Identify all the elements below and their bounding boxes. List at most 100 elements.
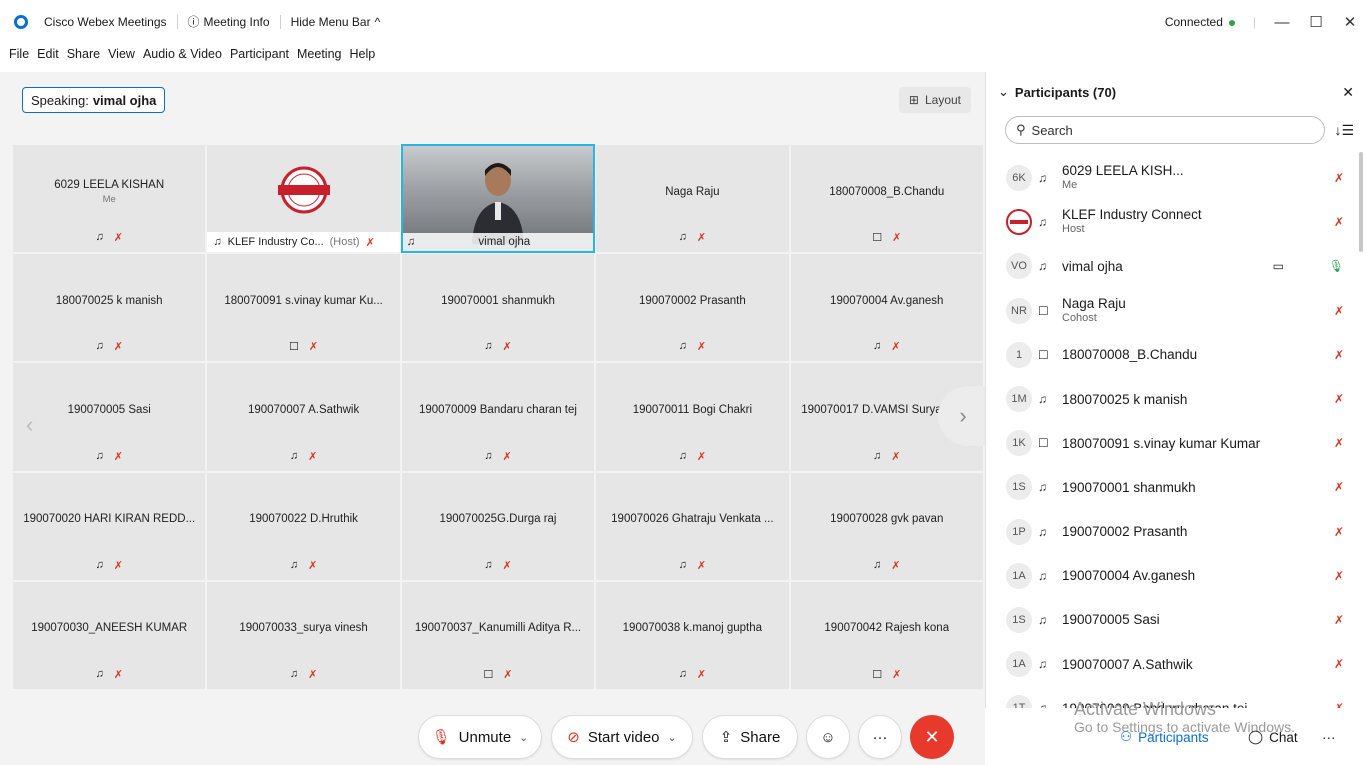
muted-mic-icon: ✗ bbox=[1333, 524, 1344, 539]
participant-name-block: 180070008_B.Chandu bbox=[1062, 347, 1197, 362]
participant-name: 190070026 Ghatraju Venkata ... bbox=[611, 513, 774, 526]
participant-search-input[interactable]: ⚲ Search bbox=[1005, 116, 1325, 144]
participant-name: 190070020 HARI KIRAN REDD... bbox=[23, 513, 196, 526]
participant-list-item[interactable]: 1S ♫ 190070005 Sasi ✗ bbox=[986, 598, 1356, 642]
more-options-button[interactable]: ··· bbox=[858, 715, 902, 759]
start-video-button[interactable]: ⊘ Start video ⌄ bbox=[551, 715, 693, 759]
participant-tile[interactable]: 190070002 Prasanth ♫ ✗ bbox=[595, 253, 790, 363]
video-stage: Speaking: vimal ojha ⊞ Layout 6029 LEELA K… bbox=[0, 72, 988, 765]
participant-list-item[interactable]: 1M ♫ 180070025 k manish ✗ bbox=[986, 377, 1356, 421]
participant-tile[interactable]: 190070028 gvk pavan ♫ ✗ bbox=[789, 471, 984, 581]
participant-list-item[interactable]: 1A ♫ 190070007 A.Sathwik ✗ bbox=[986, 642, 1356, 686]
participants-button[interactable]: ⚇ Participants bbox=[1120, 715, 1209, 759]
menu-help[interactable]: Help bbox=[348, 47, 376, 67]
previous-page-icon[interactable]: ‹ bbox=[26, 412, 33, 438]
headset-icon: ♫ bbox=[95, 449, 104, 462]
menu-view[interactable]: View bbox=[107, 47, 136, 67]
participant-name: 190070001 shanmukh bbox=[441, 294, 555, 307]
participant-list-item[interactable]: 6K ♫ 6029 LEELA KISH... Me ✗ bbox=[986, 156, 1356, 200]
participant-tile[interactable]: 190070025G.Durga raj ♫ ✗ bbox=[400, 471, 596, 581]
phone-icon: ☐ bbox=[872, 232, 883, 245]
avatar-initials: 1S bbox=[1012, 481, 1026, 494]
participant-name: 180070091 s.vinay kumar Kumar bbox=[1062, 435, 1261, 451]
headset-icon: ♫ bbox=[1038, 612, 1047, 627]
participant-tile[interactable]: Naga Raju ♫ ✗ bbox=[595, 144, 790, 254]
participant-tile[interactable]: 180070091 s.vinay kumar Ku... ☐ ✗ bbox=[206, 253, 401, 363]
headset-icon: ♫ bbox=[678, 667, 687, 680]
participant-tile[interactable]: ♫ vimal ojha bbox=[400, 144, 596, 254]
participant-tile[interactable]: 190070001 shanmukh ♫ ✗ bbox=[400, 253, 596, 363]
muted-mic-icon: ✗ bbox=[113, 232, 123, 245]
headset-icon: ♫ bbox=[95, 340, 104, 353]
participant-tile[interactable]: 6029 LEELA KISHAN Me ♫ ✗ bbox=[12, 144, 207, 254]
participant-tile[interactable]: 190070011 Bogi Chakri ♫ ✗ bbox=[595, 362, 790, 472]
menu-edit[interactable]: Edit bbox=[36, 47, 60, 67]
participant-tile[interactable]: 190070022 D.Hruthik ♫ ✗ bbox=[206, 471, 401, 581]
participant-tile[interactable]: 190070033_surya vinesh ♫ ✗ bbox=[206, 580, 401, 690]
participant-name-block: 6029 LEELA KISH... Me bbox=[1062, 163, 1184, 193]
layout-button[interactable]: ⊞ Layout bbox=[898, 87, 971, 113]
menu-participant[interactable]: Participant bbox=[229, 47, 290, 67]
collapse-chevron-icon[interactable]: ⌄ bbox=[998, 84, 1009, 100]
participant-list-item[interactable]: NR ☐ Naga Raju Cohost ✗ bbox=[986, 289, 1356, 333]
participant-tile[interactable]: 190070005 Sasi ♫ ✗ bbox=[12, 362, 207, 472]
menu-audio-video[interactable]: Audio & Video bbox=[142, 47, 223, 67]
participant-tile[interactable]: 190070007 A.Sathwik ♫ ✗ bbox=[206, 362, 401, 472]
participant-tile[interactable]: 180070008_B.Chandu ☐ ✗ bbox=[789, 144, 984, 254]
headset-icon: ♫ bbox=[873, 340, 882, 353]
menu-share[interactable]: Share bbox=[66, 47, 101, 67]
participant-name-block: Naga Raju Cohost bbox=[1062, 296, 1126, 326]
participant-tile[interactable]: 190070038 k.manoj guptha ♫ ✗ bbox=[595, 580, 790, 690]
minimize-icon[interactable]: — bbox=[1274, 14, 1290, 31]
participant-tile[interactable]: 190070030_ANEESH KUMAR ♫ ✗ bbox=[12, 580, 207, 690]
participant-tile[interactable]: 190070004 Av.ganesh ♫ ✗ bbox=[789, 253, 984, 363]
connection-status-label: Connected bbox=[1164, 15, 1223, 29]
camera-icon: ▭ bbox=[1272, 259, 1284, 274]
participant-name: 190070030_ANEESH KUMAR bbox=[31, 622, 188, 635]
participant-tile[interactable]: 190070037_Kanumilli Aditya R... ☐ ✗ bbox=[400, 580, 596, 690]
muted-mic-icon: ✗ bbox=[696, 341, 707, 354]
scrollbar[interactable] bbox=[1359, 152, 1363, 252]
hide-menu-bar-button[interactable]: Hide Menu Bar ^ bbox=[281, 15, 391, 29]
participant-list-item[interactable]: 1S ♫ 190070001 shanmukh ✗ bbox=[986, 465, 1356, 509]
chat-button[interactable]: ◯ Chat bbox=[1248, 715, 1298, 759]
participant-list-item[interactable]: 1A ♫ 190070004 Av.ganesh ✗ bbox=[986, 554, 1356, 598]
tile-status-icons: ♫ ✗ bbox=[596, 231, 788, 244]
leave-meeting-button[interactable]: ✕ bbox=[910, 715, 954, 759]
headset-icon: ♫ bbox=[1038, 657, 1047, 672]
participant-tile[interactable]: 190070009 Bandaru charan tej ♫ ✗ bbox=[400, 362, 596, 472]
meeting-info-button[interactable]: ⓘ Meeting Info bbox=[178, 15, 281, 29]
sort-icon[interactable]: ↓☰ bbox=[1334, 122, 1354, 139]
participant-tile[interactable]: 190070026 Ghatraju Venkata ... ♫ ✗ bbox=[595, 471, 790, 581]
menu-meeting[interactable]: Meeting bbox=[296, 47, 342, 67]
participant-name: 6029 LEELA KISH... bbox=[1062, 163, 1184, 179]
participant-list-item[interactable]: ♫ KLEF Industry Connect Host ✗ bbox=[986, 200, 1356, 244]
headset-icon: ♫ bbox=[95, 558, 104, 571]
reactions-button[interactable]: ☺ bbox=[806, 715, 850, 759]
participant-tile[interactable]: ♫ KLEF Industry Co... (Host) ✗ bbox=[206, 144, 401, 254]
participant-tile[interactable]: 180070025 k manish ♫ ✗ bbox=[12, 253, 207, 363]
mic-on-icon: 🎙︎ bbox=[1328, 259, 1344, 274]
avatar: 1T bbox=[1006, 695, 1032, 708]
participant-list-item[interactable]: VO ♫ vimal ojha ▭ 🎙︎ bbox=[986, 244, 1356, 288]
unmute-button[interactable]: 🎙︎ Unmute ⌄ bbox=[418, 715, 542, 759]
phone-icon: ☐ bbox=[1038, 436, 1049, 451]
participant-name-block: KLEF Industry Connect Host bbox=[1062, 207, 1202, 237]
participant-name: KLEF Industry Co... bbox=[227, 236, 324, 249]
chevron-down-icon[interactable]: ⌄ bbox=[668, 731, 677, 744]
participant-name: 180070025 k manish bbox=[1062, 391, 1188, 407]
participant-tile[interactable]: 190070042 Rajesh kona ☐ ✗ bbox=[789, 580, 984, 690]
close-window-icon[interactable]: ✕ bbox=[1342, 13, 1358, 31]
menu-file[interactable]: File bbox=[8, 47, 30, 67]
close-panel-icon[interactable]: ✕ bbox=[1342, 84, 1354, 101]
chevron-down-icon[interactable]: ⌄ bbox=[519, 731, 528, 744]
participant-list-item[interactable]: 1 ☐ 180070008_B.Chandu ✗ bbox=[986, 333, 1356, 377]
participant-list-item[interactable]: 1P ♫ 190070002 Prasanth ✗ bbox=[986, 510, 1356, 554]
participant-role: Me bbox=[1062, 179, 1078, 192]
participant-tile[interactable]: 190070020 HARI KIRAN REDD... ♫ ✗ bbox=[12, 471, 207, 581]
participant-list-item[interactable]: 1K ☐ 180070091 s.vinay kumar Kumar ✗ bbox=[986, 421, 1356, 465]
maximize-icon[interactable]: ☐ bbox=[1308, 13, 1324, 31]
more-right-button[interactable]: ··· bbox=[1322, 715, 1336, 759]
share-button[interactable]: ⇪ Share bbox=[702, 715, 798, 759]
search-placeholder: Search bbox=[1031, 122, 1073, 138]
